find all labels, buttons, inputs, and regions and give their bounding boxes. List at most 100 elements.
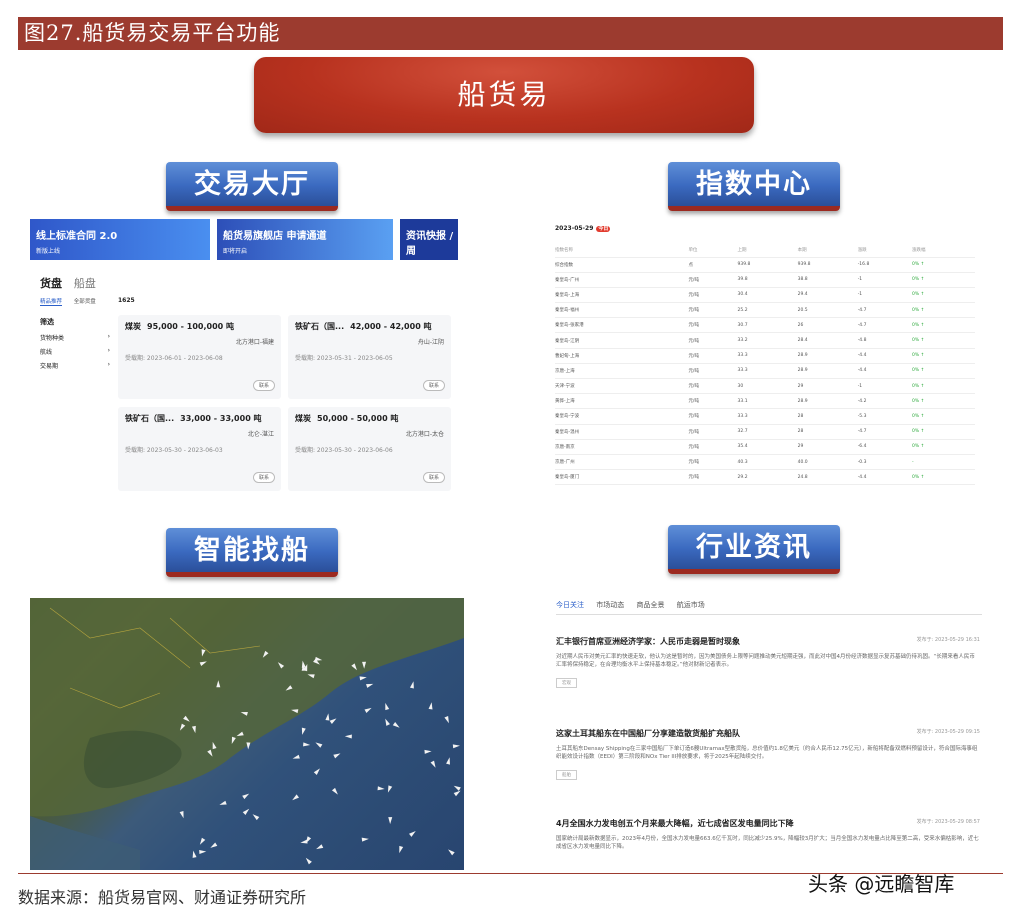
index-row[interactable]: 天津-宁波 元/吨 30 29 -1 0% ↑ <box>555 378 975 395</box>
news-title: 4月全国水力发电创五个月来最大降幅，近七成省区发电量同比下降 <box>556 819 794 828</box>
ship-icon[interactable] <box>331 787 340 796</box>
subtab-all[interactable]: 全部货盘 <box>74 299 96 305</box>
index-row[interactable]: 曹妃甸-上海 元/吨 33.3 28.9 -4.4 0% ↑ <box>555 348 975 364</box>
filter-cargo-type[interactable]: 货物种类 › <box>40 333 110 342</box>
ship-icon[interactable] <box>291 794 299 801</box>
news-item[interactable]: 这家土耳其船东在中国船厂分享建造散货船扩充船队 发布于: 2023-05-29 0… <box>556 728 980 780</box>
tab-market[interactable]: 市场动态 <box>596 601 624 609</box>
news-item[interactable]: 汇丰银行首席亚洲经济学家：人民币走弱是暂时现象 发布于: 2023-05-29 1… <box>556 636 980 688</box>
ship-icon[interactable] <box>198 837 206 846</box>
index-row[interactable]: 秦皇岛-广州 元/吨 39.8 38.8 -1 0% ↑ <box>555 272 975 288</box>
ship-icon[interactable] <box>359 675 368 681</box>
contact-button[interactable]: 联系 <box>422 380 445 391</box>
ship-icon[interactable] <box>430 760 438 769</box>
ship-icon[interactable] <box>366 682 374 688</box>
index-row[interactable]: 秦皇岛-张家港 元/吨 30.7 26 -4.7 0% ↑ <box>555 317 975 334</box>
ship-icon[interactable] <box>191 850 197 858</box>
index-row[interactable]: 秦皇岛-江阴 元/吨 33.2 28.4 -4.8 0% ↑ <box>555 332 975 349</box>
cargo-card[interactable]: 煤炭 50,000 - 50,000 吨 北方港口-太仓 受载期: 2023-05… <box>288 407 451 491</box>
ship-icon[interactable] <box>453 784 461 791</box>
ship-icon[interactable] <box>383 702 390 711</box>
ship-icon[interactable] <box>315 844 324 851</box>
ship-icon[interactable] <box>383 718 390 726</box>
ship-icon[interactable] <box>361 837 369 842</box>
ship-icon[interactable] <box>392 722 401 729</box>
filter-route[interactable]: 航线 › <box>40 347 110 356</box>
ship-icon[interactable] <box>409 829 417 837</box>
contact-button[interactable]: 联系 <box>422 472 445 483</box>
flagship-banner[interactable]: 船货易旗舰店 申请通道 即将开启 <box>217 219 393 260</box>
cargo-card[interactable]: 铁矿石（国... 33,000 - 33,000 吨 北仑-湛江 受载期: 202… <box>118 407 281 491</box>
ship-icon[interactable] <box>446 757 451 765</box>
ship-icon[interactable] <box>409 681 415 689</box>
ship-icon[interactable] <box>179 810 186 819</box>
ship-icon[interactable] <box>242 807 251 816</box>
ship-icon[interactable] <box>219 800 227 807</box>
ship-icon[interactable] <box>424 749 432 754</box>
ship-icon[interactable] <box>304 856 312 865</box>
cargo-card[interactable]: 煤炭 95,000 - 100,000 吨 北方港口-福建 受载期: 2023-0… <box>118 315 281 399</box>
ship-icon[interactable] <box>388 817 393 825</box>
news-item[interactable]: 4月全国水力发电创五个月来最大降幅，近七成省区发电量同比下降 发布于: 2023-… <box>556 818 980 851</box>
index-row[interactable]: 综合指数点 939.8 939.8 -16.8 0% ↑ <box>555 257 975 273</box>
ship-icon[interactable] <box>428 702 434 710</box>
news-banner[interactable]: 资讯快报 / 周 NEWS <box>400 219 458 268</box>
ship-icon[interactable] <box>364 706 373 714</box>
ship-icon[interactable] <box>344 734 352 739</box>
ship-icon[interactable] <box>386 785 393 793</box>
ship-icon[interactable] <box>242 792 250 800</box>
index-row[interactable]: 秦皇岛-福州 元/吨 25.2 20.5 -4.7 0% ↑ <box>555 302 975 319</box>
index-row[interactable]: 黄骅-上海 元/吨 33.1 28.9 -4.2 0% ↑ <box>555 393 975 410</box>
ship-icon[interactable] <box>199 850 207 855</box>
cargo-name: 铁矿石（国... <box>125 414 175 423</box>
index-cell: 0% ↑ <box>912 302 975 319</box>
ship-icon[interactable] <box>444 715 450 724</box>
filter-period[interactable]: 交易期 › <box>40 361 110 370</box>
ship-icon[interactable] <box>452 744 460 749</box>
ship-icon[interactable] <box>397 845 404 854</box>
index-row[interactable]: 京唐-上海 元/吨 33.3 28.9 -4.4 0% ↑ <box>555 363 975 380</box>
ship-icon[interactable] <box>251 813 260 821</box>
ship-map[interactable] <box>30 598 464 870</box>
index-row[interactable]: 京唐-南京 元/吨 35.4 29 -6.4 0% ↑ <box>555 439 975 455</box>
index-row[interactable]: 秦皇岛-上海 元/吨 30.4 29.4 -1 0% ↑ <box>555 287 975 304</box>
ship-icon[interactable] <box>303 742 311 747</box>
news-tag[interactable]: 船舶 <box>556 770 577 780</box>
index-cell: -4.7 <box>857 424 913 440</box>
subtab-recommended[interactable]: 精品推荐 <box>40 299 63 306</box>
contact-button[interactable]: 联系 <box>252 380 275 391</box>
index-cell: -4.2 <box>857 393 913 410</box>
index-cell: 曹妃甸-上海 <box>555 348 689 364</box>
ship-icon[interactable] <box>300 839 308 845</box>
section-label-news: 行业资讯 <box>668 525 840 574</box>
ship-icon[interactable] <box>209 842 218 850</box>
watermark: 头条 @远瞻智库 <box>808 872 955 896</box>
contract-banner[interactable]: 线上标准合同 2.0 新版上线 <box>30 219 210 260</box>
cargo-card[interactable]: 铁矿石（国... 42,000 - 42,000 吨 舟山-江阴 受载期: 202… <box>288 315 451 399</box>
index-cell: -0.3 <box>857 454 913 471</box>
ship-icon[interactable] <box>314 741 323 748</box>
tab-shipping[interactable]: 航运市场 <box>677 601 705 609</box>
index-row[interactable]: 秦皇岛-宁波 元/吨 33.3 28 -5.3 0% ↑ <box>555 408 975 425</box>
index-cell: 0% ↑ <box>912 272 975 288</box>
ship-icon[interactable] <box>313 767 322 775</box>
index-row[interactable]: 京唐-广州 元/吨 40.3 40.0 -0.3- <box>555 454 975 471</box>
index-cell: -4.4 <box>857 469 913 486</box>
ship-icon[interactable] <box>447 848 455 856</box>
contact-button[interactable]: 联系 <box>252 472 275 483</box>
tab-commodity[interactable]: 商品全景 <box>636 601 664 609</box>
index-row[interactable]: 秦皇岛-厦门 元/吨 29.2 24.8 -4.4 0% ↑ <box>555 469 975 486</box>
ship-icon[interactable] <box>300 727 306 736</box>
tab-ship[interactable]: 船盘 <box>74 277 96 290</box>
ship-icon[interactable] <box>325 713 330 721</box>
ship-icon[interactable] <box>453 789 462 797</box>
index-row[interactable]: 秦皇岛-温州 元/吨 32.7 28 -4.7 0% ↑ <box>555 424 975 440</box>
tab-today[interactable]: 今日关注 <box>556 601 584 609</box>
news-tag[interactable]: 宏观 <box>556 678 577 688</box>
ship-icon[interactable] <box>292 754 300 761</box>
ship-icon[interactable] <box>333 752 341 759</box>
ship-icon[interactable] <box>329 717 338 725</box>
tab-cargo[interactable]: 货盘 <box>40 277 62 290</box>
cargo-qty: 95,000 - 100,000 吨 <box>147 322 234 331</box>
ship-icon[interactable] <box>377 786 385 791</box>
